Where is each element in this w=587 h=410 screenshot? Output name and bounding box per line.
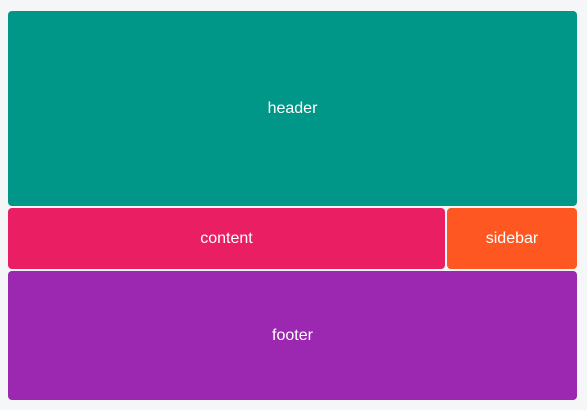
footer-area-label: footer [272,326,313,344]
header-area-label: header [267,99,318,117]
footer-area: footer [8,271,577,400]
header-area: header [8,11,577,206]
content-area: content [8,208,445,269]
sidebar-area: sidebar [447,208,577,269]
grid-layout-diagram: header content sidebar footer [8,11,577,400]
sidebar-area-label: sidebar [485,229,539,247]
content-area-label: content [200,229,253,247]
